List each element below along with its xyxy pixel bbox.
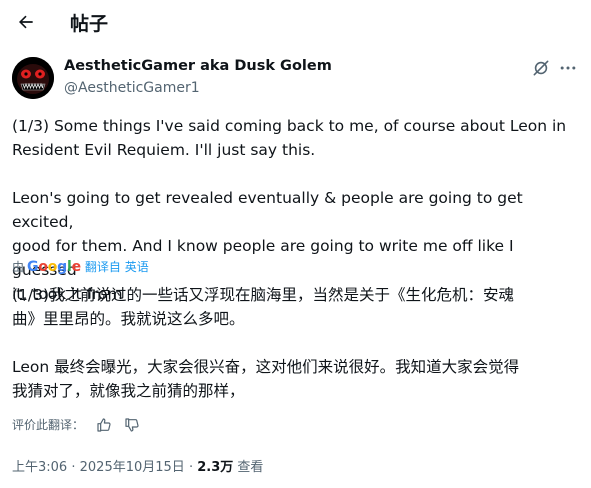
ellipsis-icon [560, 66, 576, 70]
avatar-face-icon [12, 57, 54, 99]
separator: · [71, 460, 76, 475]
page-title: 帖子 [70, 13, 109, 35]
rate-translation: 评价此翻译： [12, 416, 140, 433]
more-options-button[interactable] [558, 58, 578, 78]
thumbs-up-button[interactable] [96, 417, 112, 433]
post-time[interactable]: 上午3:06 [12, 460, 67, 475]
post-text: (1/3) Some things I've said coming back … [12, 117, 567, 303]
translated-text: (1/3)我之前说过的一些话又浮现在脑海里，当然是关于《生化危机：安魂 曲》里里… [12, 286, 520, 400]
thumbs-down-icon [125, 417, 139, 432]
avatar[interactable] [12, 57, 54, 99]
author-name[interactable]: AestheticGamer aka Dusk Golem [64, 58, 332, 74]
post-meta: 上午3:06 · 2025年10月15日 · 2.3万 查看 [12, 456, 263, 475]
grok-icon [533, 60, 549, 76]
translation-attribution: 由 Google 翻译自 英语 [12, 258, 149, 275]
google-logo: Google [27, 258, 81, 275]
author-handle[interactable]: @AestheticGamer1 [64, 80, 200, 96]
translate-from-link[interactable]: 翻译自 英语 [85, 258, 149, 275]
top-bar: 帖子 [0, 0, 591, 44]
view-count: 2.3万 [197, 460, 234, 475]
thumbs-up-icon [97, 417, 111, 432]
arrow-left-icon [19, 15, 33, 29]
rate-translation-label: 评价此翻译： [12, 418, 85, 432]
grok-button[interactable] [531, 58, 551, 78]
thumbs-down-button[interactable] [124, 417, 140, 433]
translated-by-label: 由 [12, 260, 25, 274]
separator: · [188, 460, 194, 475]
views-label: 查看 [237, 460, 264, 475]
post-date[interactable]: 2025年10月15日 [80, 460, 185, 475]
back-button[interactable] [12, 8, 40, 36]
